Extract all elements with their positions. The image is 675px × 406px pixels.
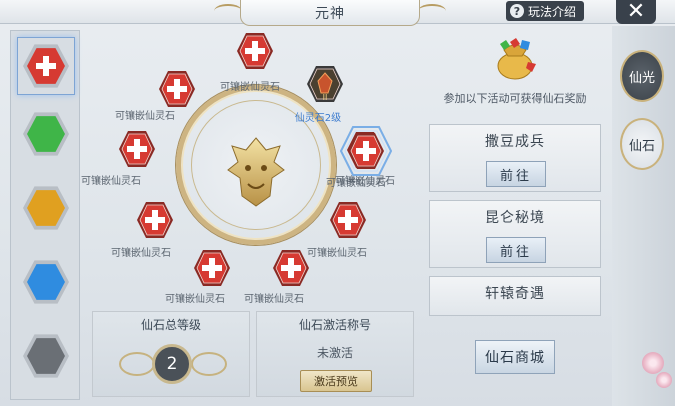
blossom-decoration	[656, 372, 672, 388]
window-title: 元神	[240, 0, 420, 26]
blossom-decoration	[642, 352, 664, 374]
close-icon: ✕	[626, 0, 646, 24]
gem-slot-label: 可镶嵌仙灵石	[111, 248, 171, 259]
gem-slot-empty[interactable]	[236, 32, 274, 70]
title-ornament-right	[418, 4, 446, 18]
gem-slot-label: 可镶嵌仙灵石	[244, 294, 304, 305]
total-level-title: 仙石总等级	[140, 318, 201, 332]
activation-status: 未激活	[316, 346, 353, 360]
activity-go-button-2[interactable]: 前往	[486, 237, 546, 263]
gem-slot-label: 可镶嵌仙灵石	[165, 294, 225, 305]
tab-xianshi[interactable]: 仙石	[620, 118, 664, 170]
help-button[interactable]: ? 玩法介绍	[506, 1, 584, 21]
rewards-hint: 参加以下活动可获得仙石奖励	[443, 92, 587, 105]
gem-tab-green[interactable]	[23, 111, 69, 157]
total-level-value: 2	[152, 344, 192, 384]
gem-slot-label: 可镶嵌仙灵石	[115, 111, 175, 122]
activity-card-2: 昆仑秘境 前往	[429, 200, 601, 268]
gem-tab-red[interactable]	[17, 37, 75, 95]
gem-slot-empty[interactable]	[272, 249, 310, 287]
activity-card-1: 撒豆成兵 前往	[429, 124, 601, 192]
gem-category-column	[10, 30, 80, 400]
title-activation-box: 仙石激活称号 未激活 激活预览	[256, 311, 414, 397]
activity-card-3: 轩辕奇遇	[429, 276, 601, 316]
gem-slot-empty[interactable]	[136, 201, 174, 239]
gem-level-badge: II	[322, 93, 328, 102]
title-ornament-left	[214, 4, 242, 18]
right-edge-tabs: 仙光 仙石	[612, 26, 675, 406]
rewards-panel: 参加以下活动可获得仙石奖励 撒豆成兵 前往 昆仑秘境 前往 轩辕奇遇 仙石商城	[420, 28, 610, 403]
activity-name-1: 撒豆成兵	[485, 134, 545, 150]
gem-slot-label: 可镶嵌仙灵石	[81, 176, 141, 187]
gem-slot-empty[interactable]	[193, 249, 231, 287]
activity-name-3: 轩辕奇遇	[485, 286, 545, 302]
dragon-head-icon	[227, 137, 285, 207]
total-level-box: 仙石总等级 2	[92, 311, 250, 397]
gem-slot-label: 仙灵石2级	[294, 113, 342, 124]
wing-right-ornament	[191, 352, 227, 376]
gem-slot-empty[interactable]	[329, 201, 367, 239]
gem-tab-gray[interactable]	[23, 333, 69, 379]
question-icon: ?	[510, 4, 524, 18]
gem-bag-icon	[497, 38, 536, 80]
activity-name-2: 昆仑秘境	[485, 210, 545, 226]
tab-xianguang[interactable]: 仙光	[620, 50, 664, 102]
activation-title: 仙石激活称号	[298, 318, 371, 332]
close-button[interactable]: ✕	[616, 0, 656, 24]
gem-tab-yellow[interactable]	[23, 185, 69, 231]
gem-slot-label: 可镶嵌仙灵石	[220, 82, 280, 93]
activation-preview-button[interactable]: 激活预览	[300, 370, 372, 392]
gem-tab-blue[interactable]	[23, 259, 69, 305]
wing-left-ornament	[119, 352, 155, 376]
gem-shop-button[interactable]: 仙石商城	[475, 340, 555, 374]
yuanshen-window: 元神 ? 玩法介绍 ✕ 可镶嵌仙灵石 可镶嵌仙灵石 II 仙灵石2级 可镶嵌仙灵…	[0, 0, 675, 406]
gem-slot-empty[interactable]	[158, 70, 196, 108]
gem-slot-empty[interactable]	[118, 130, 156, 168]
gem-slot-filled[interactable]: II	[306, 65, 344, 103]
activity-go-button-1[interactable]: 前往	[486, 161, 546, 187]
slot-selection-frame	[339, 125, 393, 177]
help-label: 玩法介绍	[528, 4, 577, 19]
